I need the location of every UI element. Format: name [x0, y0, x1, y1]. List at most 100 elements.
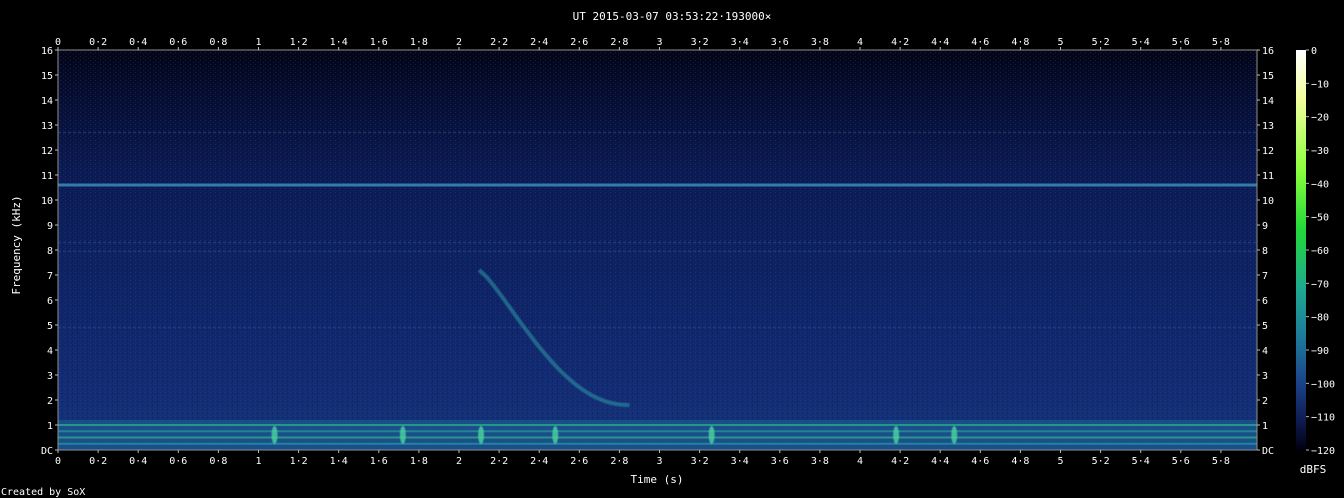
- colorbar-tick-label: −50: [1311, 213, 1329, 224]
- x-tick-label: 3·6: [771, 37, 789, 48]
- x-tick-label: 5·6: [1172, 456, 1190, 467]
- colorbar-gradient: [1296, 50, 1306, 450]
- x-tick-label: 4·8: [1011, 456, 1029, 467]
- y-tick-label: 4: [47, 346, 53, 357]
- y-tick-label: 9: [47, 221, 53, 232]
- colorbar-tick-label: −100: [1311, 379, 1335, 390]
- x-tick-label: 5·8: [1212, 456, 1230, 467]
- x-tick-label: 4·4: [931, 456, 949, 467]
- y-tick-label: 12: [41, 146, 53, 157]
- y-tick-label: 9: [1262, 221, 1268, 232]
- y-tick-label: 10: [1262, 196, 1274, 207]
- x-tick-label: 2·4: [530, 456, 548, 467]
- colorbar-tick-label: −10: [1311, 79, 1329, 90]
- x-tick-label: 0·2: [89, 37, 107, 48]
- y-tick-label: 11: [1262, 171, 1274, 182]
- x-tick-label: 2: [456, 37, 462, 48]
- x-tick-label: 5·2: [1092, 456, 1110, 467]
- y-tick-label: 7: [47, 271, 53, 282]
- x-tick-label: 0: [55, 37, 61, 48]
- x-tick-label: 0·6: [169, 456, 187, 467]
- x-tick-label: 4·2: [891, 456, 909, 467]
- x-tick-label: 1·2: [290, 456, 308, 467]
- x-tick-label: 0·2: [89, 456, 107, 467]
- x-axis-label: Time (s): [631, 473, 684, 486]
- x-tick-label: 4·6: [971, 37, 989, 48]
- noise-texture: [58, 50, 1257, 450]
- x-tick-label: 3: [656, 456, 662, 467]
- impulse-burst: [708, 426, 715, 444]
- colorbar-tick-label: 0: [1311, 46, 1317, 57]
- y-tick-label: 7: [1262, 271, 1268, 282]
- x-tick-label: 2·2: [490, 37, 508, 48]
- x-tick-label: 4·6: [971, 456, 989, 467]
- y-tick-label: 8: [47, 246, 53, 257]
- x-tick-label: 3·2: [691, 37, 709, 48]
- y-tick-label: 15: [1262, 71, 1274, 82]
- x-tick-label: 1·2: [290, 37, 308, 48]
- x-tick-label: 5·6: [1172, 37, 1190, 48]
- colorbar-tick-label: −20: [1311, 113, 1329, 124]
- spectrogram-chart: 0 0·2 0·4 0·6 0·8 1 1·2 1·4 1·6 1·8 2 2·2 2·4 2·6 2·8 3…: [1, 10, 1335, 498]
- x-tick-label: 3: [656, 37, 662, 48]
- y-tick-label: 11: [41, 171, 53, 182]
- impulse-burst: [399, 426, 406, 444]
- y-tick-label: 2: [47, 396, 53, 407]
- colorbar-tick-label: −110: [1311, 413, 1335, 424]
- y-tick-label: 5: [1262, 321, 1268, 332]
- x-tick-label: 0: [55, 456, 61, 467]
- x-tick-label: 5·2: [1092, 37, 1110, 48]
- y-tick-label: 5: [47, 321, 53, 332]
- y-tick-label: 3: [1262, 371, 1268, 382]
- x-tick-label: 4: [857, 37, 863, 48]
- x-tick-label: 2·8: [610, 456, 628, 467]
- x-tick-label: 5: [1057, 456, 1063, 467]
- x-tick-label: 1·6: [370, 456, 388, 467]
- y-tick-label: 13: [41, 121, 53, 132]
- x-tick-label: 1·4: [330, 456, 348, 467]
- y-tick-label: 1: [47, 421, 53, 432]
- y-tick-label: 2: [1262, 396, 1268, 407]
- y-tick-label: 15: [41, 71, 53, 82]
- impulse-burst: [552, 426, 559, 444]
- x-tick-label: 5: [1057, 37, 1063, 48]
- x-tick-label: 2·6: [570, 37, 588, 48]
- x-tick-label: 0·4: [129, 37, 147, 48]
- x-tick-label: 5·4: [1132, 456, 1150, 467]
- y-tick-label: 1: [1262, 421, 1268, 432]
- y-tick-label: 8: [1262, 246, 1268, 257]
- chart-title: UT 2015-03-07 03:53:22·193000×: [573, 10, 772, 23]
- y-tick-label: 16: [41, 46, 53, 57]
- y-ticks-right: DC12345678910111213141516: [1257, 46, 1274, 457]
- colorbar-tick-label: −120: [1311, 446, 1335, 457]
- x-ticks-top: 0 0·2 0·4 0·6 0·8 1 1·2 1·4 1·6 1·8 2 2·2 2·4 2·6 2·8 3…: [55, 37, 1230, 50]
- x-tick-label: 0·8: [209, 456, 227, 467]
- colorbar-label: dBFS: [1300, 463, 1327, 476]
- x-tick-label: 3·4: [731, 37, 749, 48]
- y-tick-label: 14: [41, 96, 53, 107]
- x-tick-label: 2·4: [530, 37, 548, 48]
- x-tick-label: 0·6: [169, 37, 187, 48]
- x-tick-label: 1: [255, 456, 261, 467]
- x-tick-label: 5·8: [1212, 37, 1230, 48]
- x-tick-label: 1·8: [410, 456, 428, 467]
- y-tick-label: 14: [1262, 96, 1274, 107]
- x-tick-label: 1·4: [330, 37, 348, 48]
- y-tick-label: DC: [41, 446, 53, 457]
- x-tick-label: 1·6: [370, 37, 388, 48]
- x-tick-label: 3·8: [811, 456, 829, 467]
- x-tick-label: 3·8: [811, 37, 829, 48]
- y-axis-label: Frequency (kHz): [10, 195, 23, 294]
- x-tick-label: 4·4: [931, 37, 949, 48]
- y-tick-label: 6: [1262, 296, 1268, 307]
- y-tick-label: 3: [47, 371, 53, 382]
- y-tick-label: 12: [1262, 146, 1274, 157]
- y-tick-label: DC: [1262, 446, 1274, 457]
- impulse-burst: [271, 426, 278, 444]
- impulse-burst: [951, 426, 958, 444]
- x-tick-label: 1: [255, 37, 261, 48]
- x-tick-label: 4: [857, 456, 863, 467]
- x-tick-label: 2: [456, 456, 462, 467]
- x-ticks-bottom: 0 0·2 0·4 0·6 0·8 1 1·2 1·4 1·6 1·8 2 2·2 2·4 2·6 2·8 3…: [55, 450, 1230, 467]
- colorbar-tick-label: −90: [1311, 346, 1329, 357]
